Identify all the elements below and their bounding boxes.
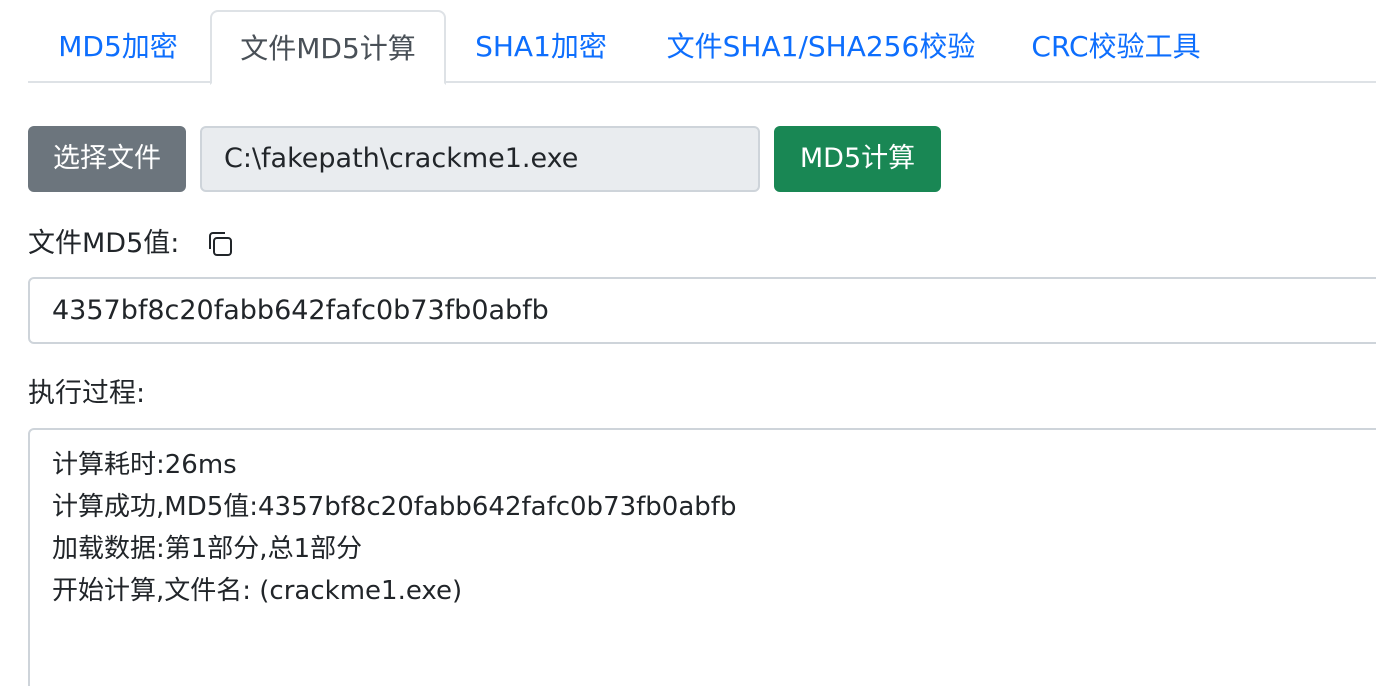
- md5-compute-button[interactable]: MD5计算: [774, 126, 941, 192]
- log-line: 计算成功,MD5值:4357bf8c20fabb642fafc0b73fb0ab…: [52, 492, 737, 522]
- copy-icon[interactable]: [205, 229, 235, 259]
- process-log[interactable]: 计算耗时:26ms 计算成功,MD5值:4357bf8c20fabb642faf…: [28, 428, 1376, 686]
- file-path-field[interactable]: C:\fakepath\crackme1.exe: [200, 126, 760, 192]
- tab-file-sha-verify[interactable]: 文件SHA1/SHA256校验: [646, 10, 996, 83]
- log-line: 计算耗时:26ms: [52, 450, 237, 480]
- tab-md5-encrypt[interactable]: MD5加密: [28, 10, 208, 83]
- process-label: 执行过程:: [28, 378, 146, 409]
- tab-file-md5[interactable]: 文件MD5计算: [210, 10, 446, 85]
- log-line: 开始计算,文件名: (crackme1.exe): [52, 576, 463, 606]
- page: MD5加密 文件MD5计算 SHA1加密 文件SHA1/SHA256校验 CRC…: [0, 0, 1376, 686]
- md5-result-label: 文件MD5值:: [28, 228, 180, 259]
- choose-file-button[interactable]: 选择文件: [28, 126, 186, 192]
- tab-sha1-encrypt[interactable]: SHA1加密: [448, 10, 634, 83]
- md5-result-field[interactable]: 4357bf8c20fabb642fafc0b73fb0abfb: [28, 277, 1376, 344]
- tab-crc-tool[interactable]: CRC校验工具: [1016, 10, 1216, 83]
- tab-bar: MD5加密 文件MD5计算 SHA1加密 文件SHA1/SHA256校验 CRC…: [28, 10, 1376, 85]
- log-line: 加载数据:第1部分,总1部分: [52, 534, 363, 564]
